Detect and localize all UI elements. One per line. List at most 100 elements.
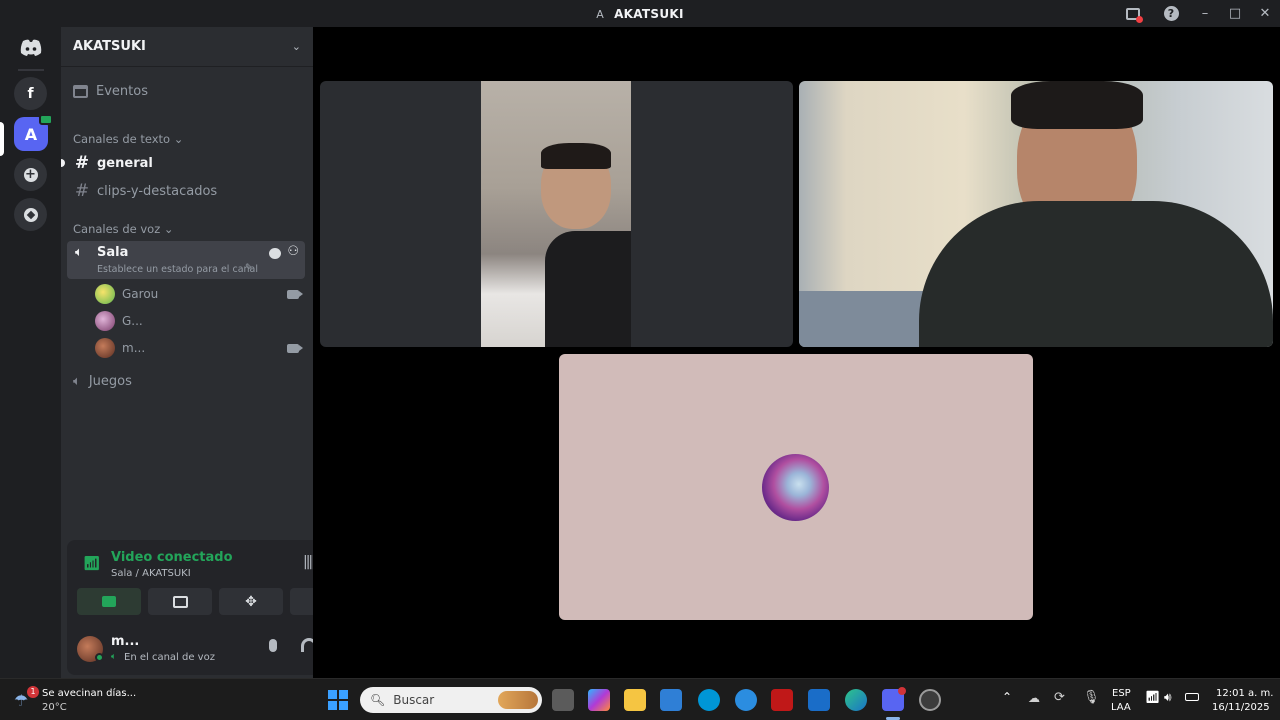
video-tile-1[interactable] bbox=[320, 81, 793, 347]
window-title: AKATSUKI bbox=[614, 6, 684, 21]
wifi-icon[interactable]: 📶︎ bbox=[1145, 690, 1160, 704]
camera-button[interactable] bbox=[77, 588, 141, 615]
hash-icon: # bbox=[74, 153, 90, 173]
avatar bbox=[95, 284, 115, 304]
notification-badge: 1 bbox=[27, 686, 39, 698]
connection-status[interactable]: Video conectado bbox=[111, 550, 233, 565]
task-view-icon[interactable] bbox=[552, 689, 574, 711]
microphone-icon[interactable] bbox=[269, 639, 277, 652]
person-hair bbox=[541, 143, 611, 169]
user-name[interactable]: m... bbox=[111, 634, 139, 649]
video-camera-icon bbox=[287, 289, 303, 299]
help-icon[interactable]: ? bbox=[1152, 0, 1190, 27]
activities-button[interactable]: ✥ bbox=[219, 588, 283, 615]
chat-icon[interactable] bbox=[269, 248, 281, 259]
edge-icon[interactable] bbox=[845, 689, 867, 711]
discord-home-icon[interactable] bbox=[14, 31, 47, 64]
battery-icon[interactable] bbox=[1185, 693, 1199, 701]
channel-general[interactable]: # general bbox=[67, 150, 305, 176]
explore-icon[interactable] bbox=[14, 198, 47, 231]
channel-status-text[interactable]: Establece un estado para el canal bbox=[97, 264, 258, 275]
text-category[interactable]: Canales de texto ⌄ bbox=[73, 132, 183, 146]
online-status-dot bbox=[95, 653, 104, 662]
events-label: Eventos bbox=[96, 83, 148, 99]
server-rail: f A + bbox=[0, 27, 61, 678]
language-indicator[interactable]: ESP bbox=[1112, 688, 1131, 699]
server-f[interactable]: f bbox=[14, 77, 47, 110]
close-icon[interactable]: ✕ bbox=[1250, 0, 1280, 27]
guild-header[interactable]: AKATSUKI ⌄ bbox=[61, 27, 313, 67]
speaker-icon: 🔈︎ bbox=[73, 373, 81, 389]
channel-clips[interactable]: # clips-y-destacados bbox=[67, 178, 305, 204]
speaker-icon: 🔈︎ bbox=[111, 652, 117, 662]
outlook-icon[interactable] bbox=[808, 689, 830, 711]
avatar-tile[interactable] bbox=[559, 354, 1033, 620]
discord-badge bbox=[898, 687, 906, 695]
sync-icon[interactable]: ⟳ bbox=[1054, 690, 1065, 705]
temperature: 20°C bbox=[42, 702, 67, 713]
inbox-icon[interactable] bbox=[1114, 0, 1152, 27]
voice-user-name: G... bbox=[122, 314, 143, 328]
events-item[interactable]: Eventos bbox=[67, 78, 305, 104]
search-box[interactable]: 🔍︎ Buscar bbox=[360, 687, 542, 713]
screen-share-button[interactable] bbox=[148, 588, 212, 615]
speaker-icon: 🔈︎ bbox=[75, 245, 83, 260]
voice-channel-sala-label: Sala bbox=[97, 245, 129, 260]
calendar-icon bbox=[73, 84, 88, 98]
voice-channel-juegos-label: Juegos bbox=[88, 373, 132, 389]
voice-channel-juegos[interactable]: 🔈︎ Juegos bbox=[67, 368, 305, 394]
minimize-icon[interactable]: – bbox=[1190, 0, 1220, 27]
avatar bbox=[95, 338, 115, 358]
copilot-icon[interactable] bbox=[588, 689, 610, 711]
channel-sidebar: AKATSUKI ⌄ Eventos Canales de texto ⌄ # … bbox=[61, 27, 367, 678]
voice-channel-sala[interactable]: 🔈︎ Sala Establece un estado para el cana… bbox=[67, 241, 305, 279]
video-feed bbox=[481, 81, 631, 347]
volume-icon[interactable]: 🔊︎ bbox=[1164, 690, 1172, 705]
taskbar: ☂ 1 Se avecinan días... 20°C 🔍︎ Buscar ⌃… bbox=[0, 678, 1280, 720]
channel-general-label: general bbox=[97, 155, 153, 171]
voice-category[interactable]: Canales de voz ⌄ bbox=[73, 222, 174, 236]
video-badge-icon bbox=[39, 114, 53, 125]
microphone-tray-icon[interactable]: 🎙︎ bbox=[1083, 690, 1100, 705]
hash-icon: # bbox=[74, 181, 90, 201]
connection-location[interactable]: Sala / AKATSUKI bbox=[111, 568, 191, 579]
keyboard-layout[interactable]: LAA bbox=[1111, 702, 1131, 713]
voice-user-name: Garou bbox=[122, 287, 159, 301]
weather-text[interactable]: Se avecinan días... bbox=[42, 688, 136, 699]
person-shirt bbox=[545, 231, 631, 347]
get-help-icon[interactable] bbox=[735, 689, 757, 711]
search-icon: 🔍︎ bbox=[370, 693, 386, 707]
weather-icon[interactable]: ☂ bbox=[14, 691, 28, 710]
activities-icon: ✥ bbox=[245, 593, 257, 610]
mcafee-icon[interactable] bbox=[771, 689, 793, 711]
avatar bbox=[95, 311, 115, 331]
store-icon[interactable] bbox=[660, 689, 682, 711]
server-akatsuki[interactable]: A bbox=[14, 114, 53, 151]
chevron-down-icon: ⌄ bbox=[291, 40, 301, 53]
add-server-icon[interactable]: + bbox=[14, 158, 47, 191]
voice-user[interactable]: m... bbox=[95, 336, 303, 360]
chevron-down-icon: ⌄ bbox=[163, 222, 174, 236]
channel-clips-label: clips-y-destacados bbox=[97, 183, 218, 199]
unread-indicator bbox=[61, 159, 65, 167]
voice-user[interactable]: G... bbox=[95, 309, 299, 333]
cloud-icon[interactable]: ☁ bbox=[1028, 691, 1040, 705]
screen-share-icon bbox=[172, 595, 188, 608]
clock-time[interactable]: 12:01 a. m. bbox=[1216, 688, 1273, 699]
voice-user[interactable]: Garou bbox=[95, 282, 303, 306]
hp-icon[interactable] bbox=[698, 689, 720, 711]
clock-date[interactable]: 16/11/2025 bbox=[1212, 702, 1270, 713]
tray-chevron-icon[interactable]: ⌃ bbox=[1002, 690, 1012, 704]
video-tile-2[interactable] bbox=[799, 81, 1273, 347]
chrome-like-icon[interactable] bbox=[919, 689, 941, 711]
invite-icon[interactable]: ⚇ bbox=[287, 244, 299, 259]
guild-name: AKATSUKI bbox=[73, 39, 146, 54]
maximize-icon[interactable]: □ bbox=[1220, 0, 1250, 27]
title-bar: A AKATSUKI ? – □ ✕ bbox=[0, 0, 1280, 27]
file-explorer-icon[interactable] bbox=[624, 689, 646, 711]
search-placeholder: Buscar bbox=[393, 693, 435, 707]
start-button[interactable] bbox=[328, 690, 348, 710]
user-status: En el canal de voz bbox=[124, 652, 215, 663]
participant-avatar bbox=[762, 454, 829, 521]
voice-category-label: Canales de voz bbox=[73, 222, 161, 236]
